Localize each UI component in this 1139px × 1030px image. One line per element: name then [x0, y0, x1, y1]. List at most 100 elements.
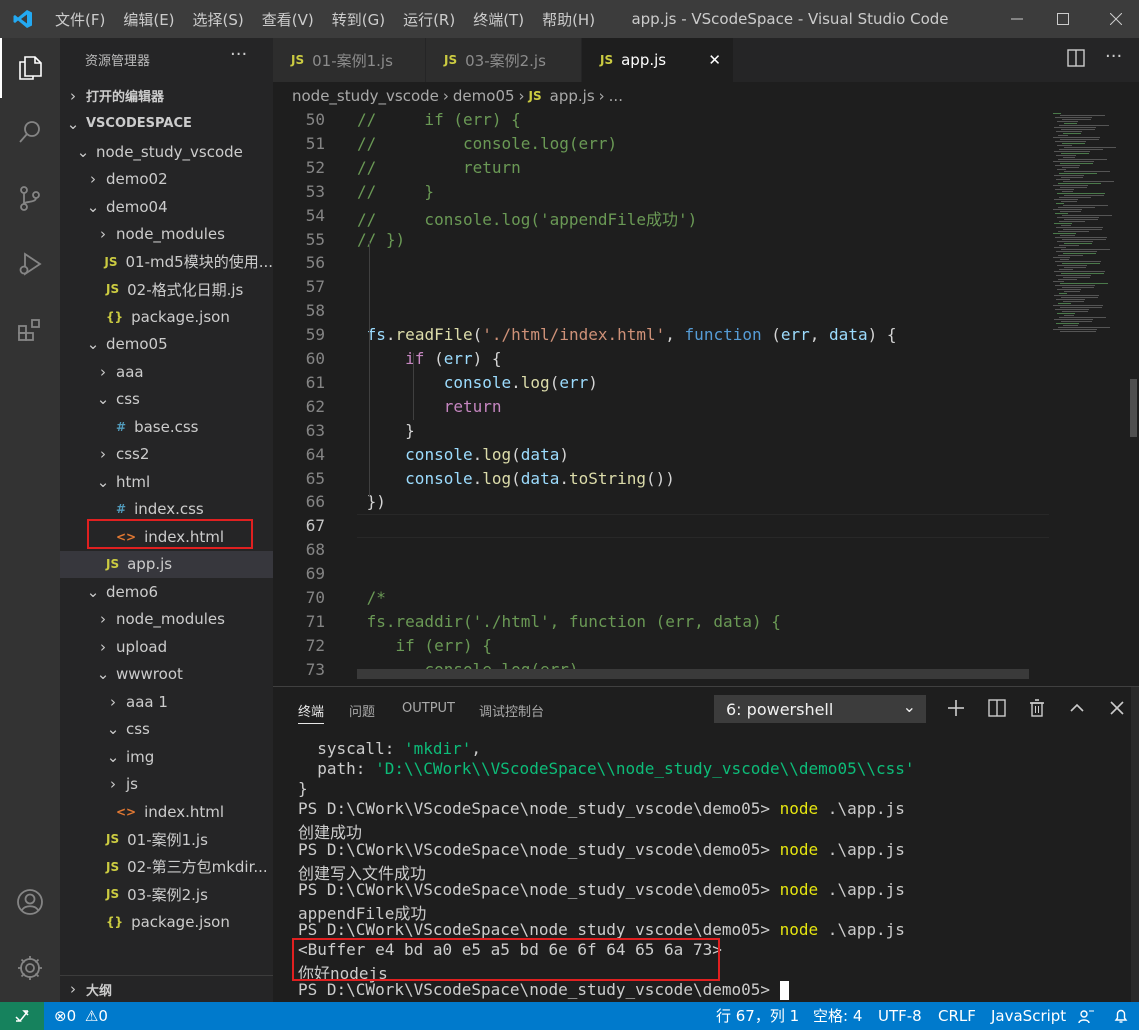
tree-item[interactable]: ⌄ node_study_vscode: [60, 138, 273, 165]
tree-item[interactable]: ⌄ html: [60, 468, 273, 495]
minimap-line: [1061, 249, 1110, 250]
menu-item[interactable]: 选择(S): [184, 9, 253, 30]
feedback-icon[interactable]: [1077, 1002, 1095, 1030]
tab-2[interactable]: JS 03-案例2.js: [426, 38, 582, 82]
open-editors-section[interactable]: › 打开的编辑器: [60, 82, 273, 109]
workspace-section[interactable]: ⌄ VSCODESPACE: [60, 110, 273, 137]
tree-item[interactable]: JS 02-格式化日期.js: [60, 276, 273, 303]
minimap-line: [1060, 187, 1087, 188]
panel-tab[interactable]: 终端: [298, 701, 324, 720]
menu-item[interactable]: 文件(F): [46, 9, 114, 30]
tab-1[interactable]: JS 01-案例1.js: [273, 38, 426, 82]
tree-item[interactable]: ⌄ wwwroot: [60, 661, 273, 688]
tree-item[interactable]: › aaa: [60, 358, 273, 385]
source-control-icon[interactable]: [0, 170, 60, 226]
account-icon[interactable]: [0, 874, 60, 930]
explorer-icon[interactable]: [0, 40, 60, 96]
tree-item[interactable]: JS 03-案例2.js: [60, 881, 273, 908]
settings-gear-icon[interactable]: [0, 940, 60, 996]
minimap-line: [1056, 155, 1076, 156]
breadcrumb-item[interactable]: node_study_vscode: [292, 87, 439, 105]
code-editor[interactable]: 50 // if (err) {51 // console.log(err) 52 //…: [273, 109, 1139, 686]
more-actions-icon[interactable]: ···: [1105, 46, 1122, 67]
run-debug-icon[interactable]: [0, 236, 60, 292]
language-mode[interactable]: JavaScript: [991, 1002, 1066, 1030]
minimap[interactable]: [1049, 109, 1129, 686]
minimap-line: [1058, 303, 1071, 304]
breadcrumb-item[interactable]: demo05: [453, 87, 515, 105]
menu-item[interactable]: 查看(V): [253, 9, 323, 30]
minimap-line: [1063, 229, 1102, 230]
new-terminal-icon[interactable]: [943, 695, 969, 721]
menu-item[interactable]: 运行(R): [394, 9, 464, 30]
minimap-line: [1058, 183, 1101, 184]
menu-item[interactable]: 转到(G): [323, 9, 394, 30]
tree-item[interactable]: › css2: [60, 441, 273, 468]
tree-item[interactable]: › demo02: [60, 166, 273, 193]
encoding[interactable]: UTF-8: [878, 1002, 922, 1030]
outline-section[interactable]: › 大纲: [60, 975, 273, 1002]
code-token: (: [511, 444, 521, 464]
indentation[interactable]: 空格: 4: [813, 1002, 862, 1030]
close-panel-icon[interactable]: [1104, 695, 1130, 721]
minimap-line: [1055, 117, 1092, 118]
tree-item[interactable]: › node_modules: [60, 606, 273, 633]
tree-item[interactable]: JS 02-第三方包mkdir...: [60, 853, 273, 880]
tree-item[interactable]: ⌄ demo04: [60, 193, 273, 220]
tree-item[interactable]: ⌄ img: [60, 743, 273, 770]
maximize-panel-icon[interactable]: [1064, 695, 1090, 721]
tree-item[interactable]: › node_modules: [60, 221, 273, 248]
tree-item[interactable]: JS 01-md5模块的使用...: [60, 248, 273, 275]
minimize-button[interactable]: [994, 0, 1040, 38]
editor-scrollbar[interactable]: [1130, 379, 1137, 437]
tree-item[interactable]: ⌄ demo05: [60, 331, 273, 358]
tree-item[interactable]: ⌄ css: [60, 386, 273, 413]
extensions-icon[interactable]: [0, 302, 60, 358]
tab-3[interactable]: JS app.js ✕: [582, 38, 734, 82]
tree-item[interactable]: › js: [60, 771, 273, 798]
split-terminal-icon[interactable]: [984, 695, 1010, 721]
breadcrumb-item[interactable]: ...: [609, 87, 623, 105]
tree-item[interactable]: ⌄ css: [60, 716, 273, 743]
tree-item[interactable]: # base.css: [60, 413, 273, 440]
tree-item[interactable]: JS 01-案例1.js: [60, 826, 273, 853]
minimap-line: [1063, 157, 1075, 158]
horizontal-scrollbar[interactable]: [357, 669, 1029, 679]
search-icon[interactable]: [0, 104, 60, 160]
line-ending[interactable]: CRLF: [938, 1002, 976, 1030]
tree-item[interactable]: ⌄ demo6: [60, 578, 273, 605]
code-line: // if (err) {: [357, 110, 521, 129]
tree-item[interactable]: {} package.json: [60, 908, 273, 935]
minimap-line: [1053, 233, 1076, 234]
panel-tab[interactable]: 问题: [349, 701, 375, 720]
panel-tab[interactable]: OUTPUT: [402, 701, 455, 716]
close-tab-icon[interactable]: ✕: [708, 51, 721, 69]
tree-item[interactable]: › upload: [60, 633, 273, 660]
menu-item[interactable]: 帮助(H): [533, 9, 604, 30]
terminal-scrollbar[interactable]: [1131, 687, 1139, 1003]
panel-tab[interactable]: 调试控制台: [479, 701, 544, 720]
close-window-button[interactable]: [1093, 0, 1139, 38]
chevron-down-icon: ⌄: [96, 665, 110, 683]
json-file-icon: {}: [106, 914, 124, 929]
trash-icon[interactable]: [1024, 695, 1050, 721]
tree-item[interactable]: <> index.html: [60, 798, 273, 825]
line-number: 61: [305, 372, 325, 392]
remote-icon[interactable]: [0, 1002, 44, 1030]
cursor-position[interactable]: 行 67，列 1: [716, 1002, 799, 1030]
tree-item[interactable]: JS app.js: [60, 550, 273, 578]
tree-item-label: 01-案例1.js: [127, 830, 208, 849]
minimap-line: [1063, 277, 1090, 278]
tree-item[interactable]: {} package.json: [60, 303, 273, 330]
split-editor-icon[interactable]: [1067, 49, 1085, 71]
maximize-button[interactable]: [1040, 0, 1086, 38]
menu-item[interactable]: 编辑(E): [114, 9, 183, 30]
breadcrumb-item[interactable]: app.js: [550, 87, 595, 105]
tree-item[interactable]: › aaa 1: [60, 688, 273, 715]
menu-item[interactable]: 终端(T): [464, 9, 533, 30]
terminal-token: node: [779, 799, 819, 819]
terminal-select[interactable]: 6: powershell ⌄: [714, 695, 926, 723]
more-actions-icon[interactable]: ···: [230, 44, 247, 65]
bell-icon[interactable]: [1113, 1002, 1129, 1030]
problems-indicator[interactable]: ⊗0 ⚠0: [54, 1002, 108, 1030]
